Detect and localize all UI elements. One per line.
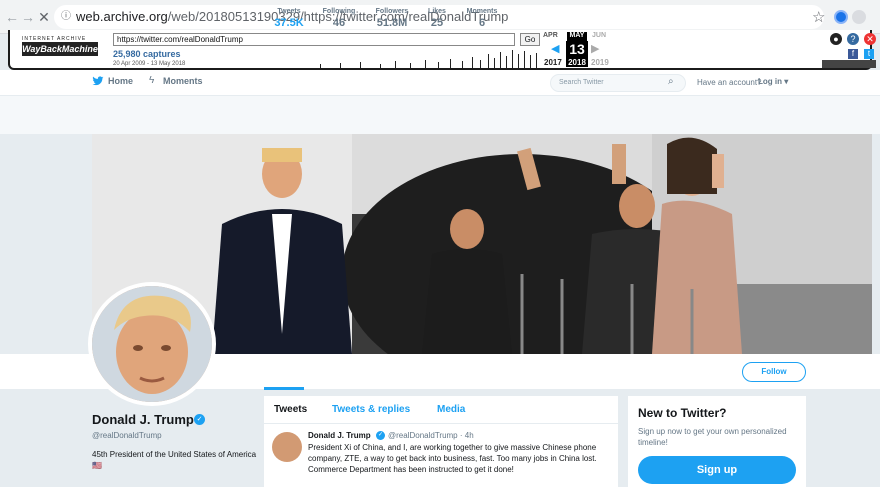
- twitter-share-icon[interactable]: t: [864, 49, 874, 59]
- stat-value: 51.8M: [376, 17, 408, 29]
- page: ← → ✕ ⓘ web.archive.org/web/201805131903…: [0, 0, 880, 487]
- wayback-go-button[interactable]: Go: [520, 33, 540, 46]
- wayback-toolbar: INTERNET ARCHIVE WayBackMachine https://…: [8, 30, 876, 70]
- wayback-url-input[interactable]: https://twitter.com/realDonaldTrump: [113, 33, 515, 46]
- back-icon[interactable]: ←: [4, 9, 20, 25]
- prev-year-link[interactable]: 2017: [544, 58, 562, 67]
- tweet-avatar[interactable]: [272, 432, 302, 462]
- about-capture-link[interactable]: [822, 60, 876, 68]
- stat-moments[interactable]: Moments 6: [464, 8, 500, 29]
- stat-label: Tweets: [277, 8, 301, 15]
- stat-value: 25: [430, 17, 444, 29]
- extension-icon[interactable]: [834, 10, 848, 24]
- url-host: web.archive.org: [76, 9, 168, 24]
- timeline-tabs: Tweets Tweets & replies Media: [264, 396, 618, 424]
- avatar[interactable]: [88, 282, 216, 406]
- info-icon[interactable]: ⓘ: [61, 5, 71, 29]
- chevron-down-icon: ▾: [784, 77, 789, 86]
- stop-loading-icon[interactable]: ✕: [36, 9, 52, 25]
- login-label: Log in: [758, 77, 782, 86]
- lightning-icon[interactable]: ϟ: [149, 75, 154, 86]
- search-icon[interactable]: ⌕: [668, 76, 674, 87]
- verified-badge-icon: ✓: [376, 431, 385, 440]
- current-month: MAY: [567, 32, 587, 41]
- captures-link[interactable]: 25,980 captures: [113, 49, 181, 59]
- stat-followers[interactable]: Followers 51.8M: [370, 8, 414, 29]
- account-icon[interactable]: ●: [830, 33, 842, 45]
- login-dropdown[interactable]: Log in ▾: [758, 77, 788, 86]
- tweet-author-name[interactable]: Donald J. Trump: [308, 431, 371, 440]
- capture-date-range: 20 Apr 2009 - 13 May 2018: [113, 61, 186, 67]
- stat-value: 37.5K: [274, 17, 304, 29]
- twitter-top-nav: Home ϟ Moments Search Twitter ⌕ Have an …: [0, 70, 880, 96]
- stat-value: 46: [332, 17, 346, 29]
- capture-sparkline[interactable]: [190, 48, 542, 68]
- extension-icon-2[interactable]: [852, 10, 866, 24]
- tab-tweets-replies[interactable]: Tweets & replies: [332, 404, 410, 415]
- signup-card: New to Twitter? Sign up now to get your …: [628, 396, 806, 487]
- follow-button[interactable]: Follow: [742, 362, 806, 382]
- verified-badge-icon: ✓: [194, 414, 205, 425]
- next-year-link[interactable]: 2019: [591, 58, 609, 67]
- close-icon[interactable]: ✕: [864, 33, 876, 45]
- profile-name[interactable]: Donald J. Trump: [92, 412, 194, 427]
- stat-value: 6: [478, 17, 486, 29]
- stat-label: Moments: [466, 8, 498, 15]
- search-input[interactable]: Search Twitter: [550, 74, 686, 92]
- avatar-face: [92, 286, 212, 402]
- stat-label: Followers: [375, 8, 409, 15]
- signup-button[interactable]: Sign up: [638, 456, 796, 484]
- nav-home[interactable]: Home: [108, 76, 133, 86]
- have-account-text: Have an account?: [697, 78, 762, 87]
- facebook-icon[interactable]: f: [848, 49, 858, 59]
- stat-likes[interactable]: Likes 25: [424, 8, 450, 29]
- header-spacer: [0, 96, 880, 134]
- next-capture-arrow-icon[interactable]: ▶: [591, 42, 599, 55]
- twitter-bird-icon[interactable]: [92, 75, 104, 87]
- tab-tweets[interactable]: Tweets: [274, 404, 307, 415]
- profile-handle[interactable]: @realDonaldTrump: [92, 431, 162, 440]
- stat-label: Likes: [428, 8, 446, 15]
- nav-moments[interactable]: Moments: [163, 76, 203, 86]
- current-year: 2018: [566, 58, 588, 67]
- stat-following[interactable]: Following 46: [320, 8, 358, 29]
- stat-tweets[interactable]: Tweets 37.5K: [270, 8, 308, 29]
- stat-label: Following: [322, 8, 356, 15]
- help-icon[interactable]: ?: [847, 33, 859, 45]
- active-stat-underline: [264, 387, 304, 390]
- signup-title: New to Twitter?: [638, 406, 727, 420]
- tab-media[interactable]: Media: [437, 404, 465, 415]
- next-month-link[interactable]: JUN: [592, 32, 606, 39]
- bookmark-star-icon[interactable]: ☆: [812, 8, 825, 26]
- signup-text: Sign up now to get your own personalized…: [638, 427, 787, 447]
- profile-bio: 45th President of the United States of A…: [92, 450, 257, 470]
- prev-capture-arrow-icon[interactable]: ◀: [551, 42, 559, 55]
- prev-month-link[interactable]: APR: [543, 32, 558, 39]
- tweet-handle-time[interactable]: @realDonaldTrump · 4h: [388, 431, 474, 440]
- wayback-logo[interactable]: WayBackMachine: [22, 42, 98, 56]
- current-day: 13: [566, 41, 588, 58]
- tweet-text: President Xi of China, and I, are workin…: [308, 443, 597, 474]
- timeline: Tweets Tweets & replies Media Donald J. …: [264, 396, 618, 487]
- forward-icon[interactable]: →: [20, 9, 36, 25]
